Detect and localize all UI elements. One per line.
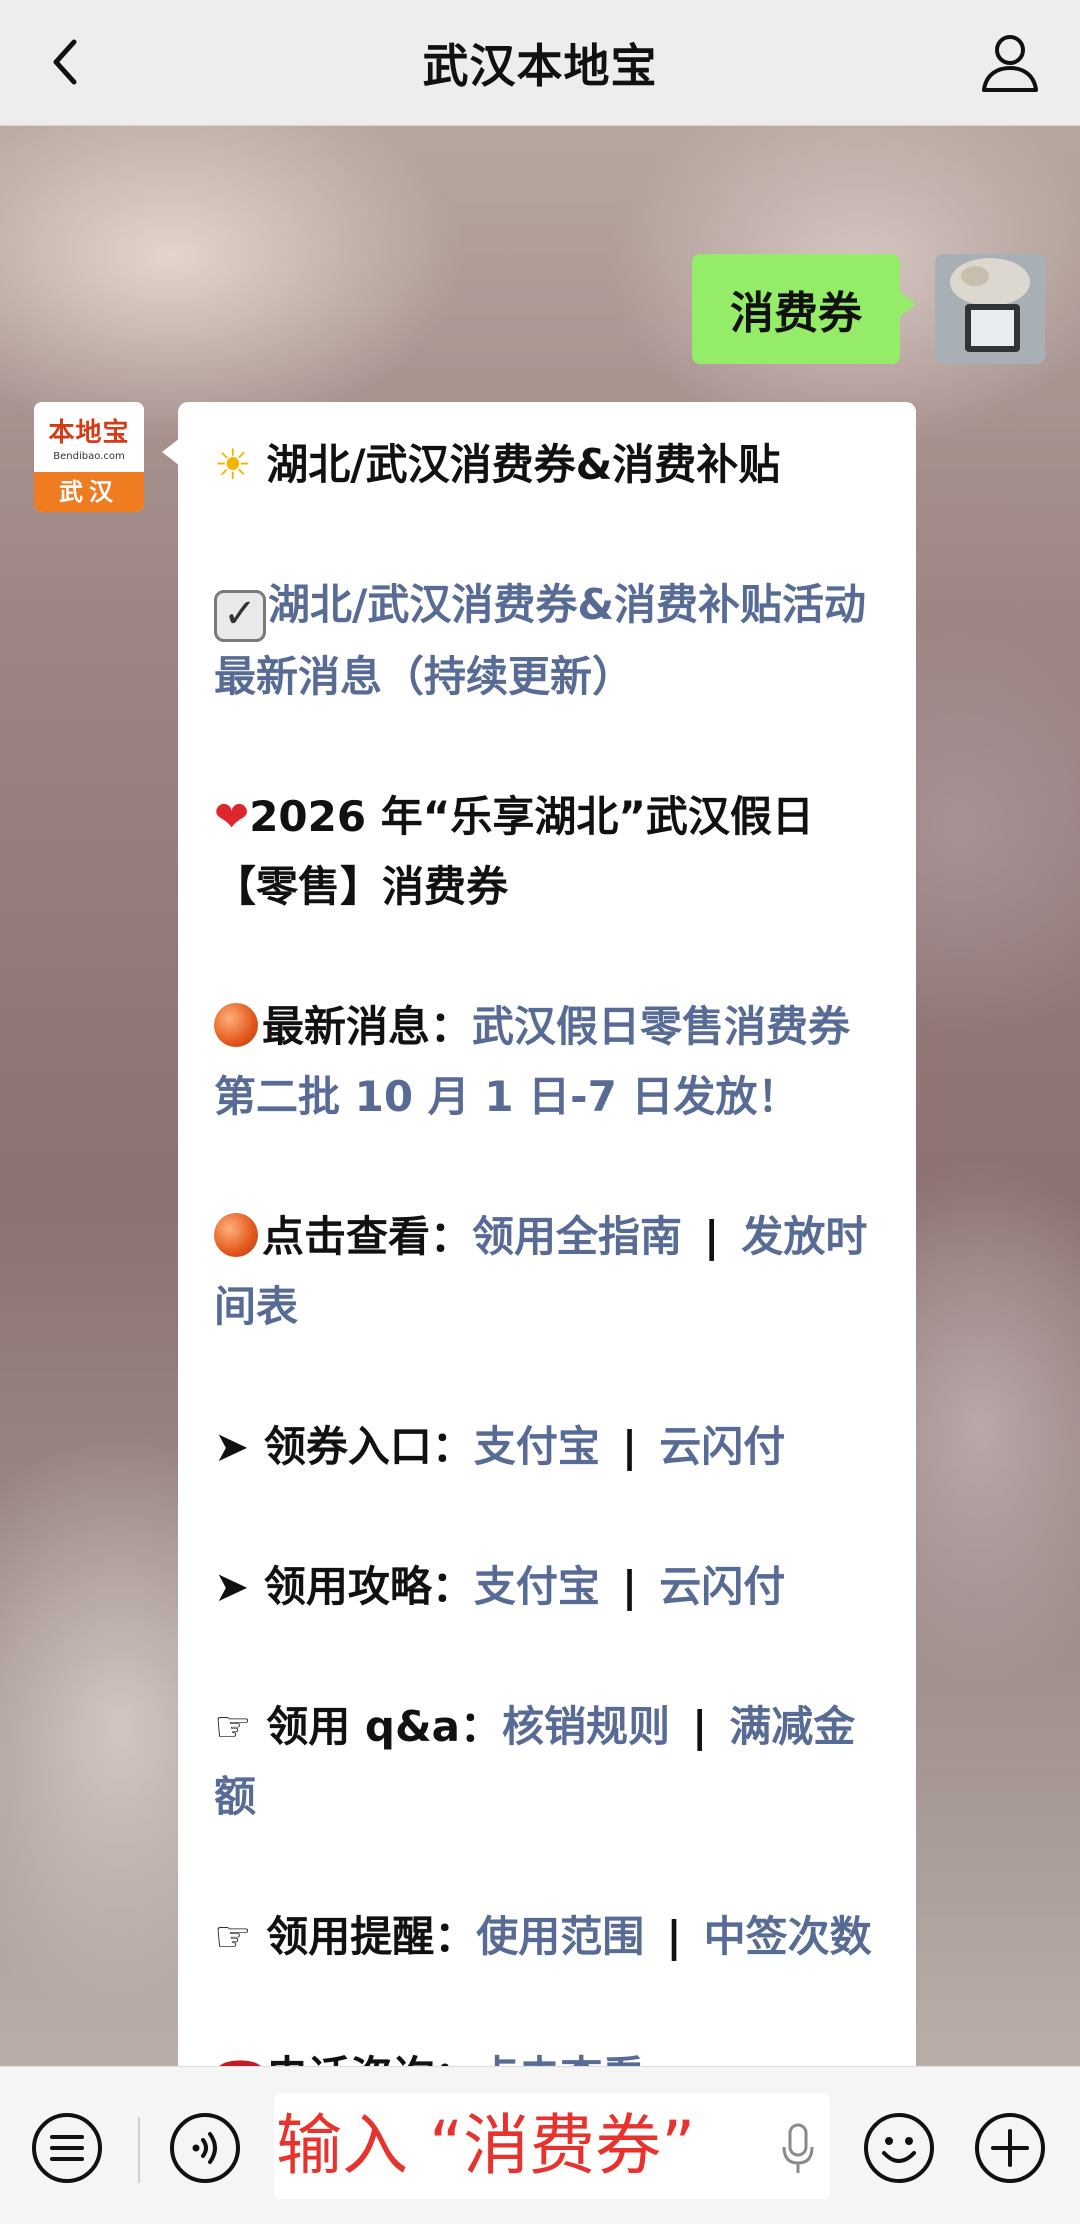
voice-icon[interactable]: [168, 2111, 242, 2185]
logo-name: 本地宝: [48, 418, 130, 448]
message-input[interactable]: 输入 “消费券”: [274, 2093, 830, 2199]
redemption-rules-link[interactable]: 核销规则: [502, 1702, 670, 1751]
person-icon[interactable]: [976, 28, 1044, 96]
message-line-strategy: ➤ 领用攻略：支付宝 | 云闪付: [214, 1562, 786, 1611]
heart-icon: ❤: [214, 792, 250, 841]
message-line-latest-news: 最新消息：武汉假日零售消费券 第二批 10 月 1 日-7 日发放！: [214, 1002, 851, 1121]
input-hint-text: 输入 “消费券”: [276, 2107, 696, 2184]
message-line-qa: ☞ 领用 q&a：核销规则 | 满减金额: [214, 1702, 856, 1821]
chat-background[interactable]: 消费券 本地宝 Bendibao.com 武汉 ☀ 湖北/武汉消费券&消费补贴 …: [0, 126, 1080, 2202]
list-menu-icon[interactable]: [30, 2111, 104, 2185]
entry-unionpay-link[interactable]: 云闪付: [659, 1422, 785, 1471]
logo-domain: Bendibao.com: [53, 451, 125, 462]
guide-link[interactable]: 领用全指南: [472, 1212, 682, 1261]
arrow-right-icon: ➤: [214, 1422, 250, 1471]
pointing-hand-icon: ☞: [214, 1702, 252, 1751]
outgoing-message-bubble[interactable]: 消费券: [692, 254, 916, 364]
pointing-hand-icon: ☞: [214, 1912, 252, 1961]
checkbox-icon: ✓: [214, 590, 266, 642]
activity-news-link[interactable]: 湖北/武汉消费券&消费补贴活动最新消息（持续更新）: [214, 580, 866, 701]
smiley-icon[interactable]: [862, 2111, 936, 2185]
user-avatar-image: [935, 254, 1045, 364]
logo-city: 武汉: [34, 472, 144, 512]
message-line-reminder: ☞ 领用提醒：使用范围 | 中签次数: [214, 1912, 872, 1961]
message-line-entry: ➤ 领券入口：支付宝 | 云闪付: [214, 1422, 786, 1471]
nav-bar: 武汉本地宝: [0, 0, 1080, 126]
fireball-icon: [214, 1213, 258, 1257]
incoming-message-bubble: ☀ 湖北/武汉消费券&消费补贴 ✓ 湖北/武汉消费券&消费补贴活动最新消息（持续更…: [162, 402, 916, 2202]
chat-title: 武汉本地宝: [422, 39, 658, 93]
outgoing-message-text: 消费券: [730, 288, 862, 339]
strategy-unionpay-link[interactable]: 云闪付: [659, 1562, 785, 1611]
message-line-view: 点击查看：领用全指南 | 发放时间表: [214, 1212, 868, 1331]
arrow-right-icon: ➤: [214, 1562, 250, 1611]
official-account-avatar[interactable]: 本地宝 Bendibao.com 武汉: [34, 402, 144, 512]
fireball-icon: [214, 1003, 258, 1047]
usage-scope-link[interactable]: 使用范围: [476, 1912, 644, 1961]
microphone-icon[interactable]: [778, 2121, 818, 2177]
input-bar-divider: [138, 2117, 140, 2183]
message-line-campaign: ❤2026 年“乐享湖北”武汉假日【零售】消费券: [214, 792, 814, 911]
sun-icon: ☀: [214, 440, 252, 489]
user-avatar[interactable]: [935, 254, 1045, 364]
win-count-link[interactable]: 中签次数: [704, 1912, 872, 1961]
message-line-heading: ☀ 湖北/武汉消费券&消费补贴: [214, 440, 781, 489]
strategy-alipay-link[interactable]: 支付宝: [474, 1562, 600, 1611]
entry-alipay-link[interactable]: 支付宝: [474, 1422, 600, 1471]
plus-circle-icon[interactable]: [973, 2111, 1047, 2185]
input-bar: 输入 “消费券”: [0, 2066, 1080, 2224]
message-line-activity: ✓ 湖北/武汉消费券&消费补贴活动最新消息（持续更新）: [214, 570, 880, 712]
